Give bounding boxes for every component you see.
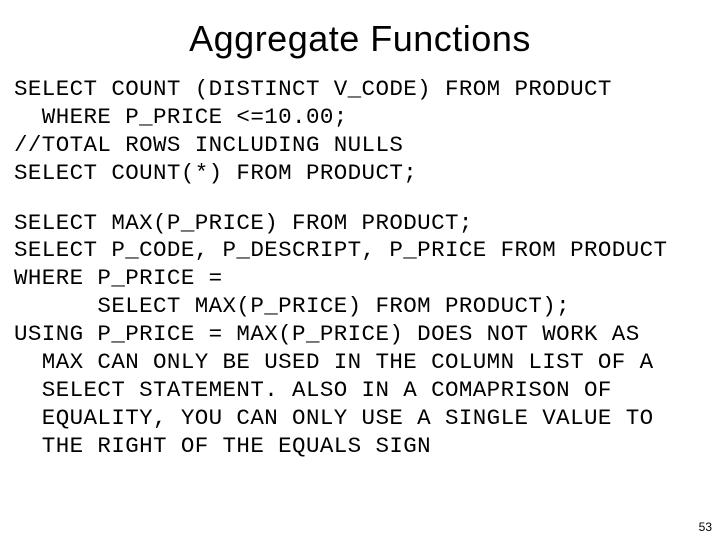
- page-number: 53: [699, 520, 712, 534]
- slide: Aggregate Functions SELECT COUNT (DISTIN…: [0, 0, 720, 540]
- code-block-2: SELECT MAX(P_PRICE) FROM PRODUCT; SELECT…: [14, 210, 706, 461]
- code-block-1: SELECT COUNT (DISTINCT V_CODE) FROM PROD…: [14, 76, 706, 188]
- page-title: Aggregate Functions: [14, 18, 706, 60]
